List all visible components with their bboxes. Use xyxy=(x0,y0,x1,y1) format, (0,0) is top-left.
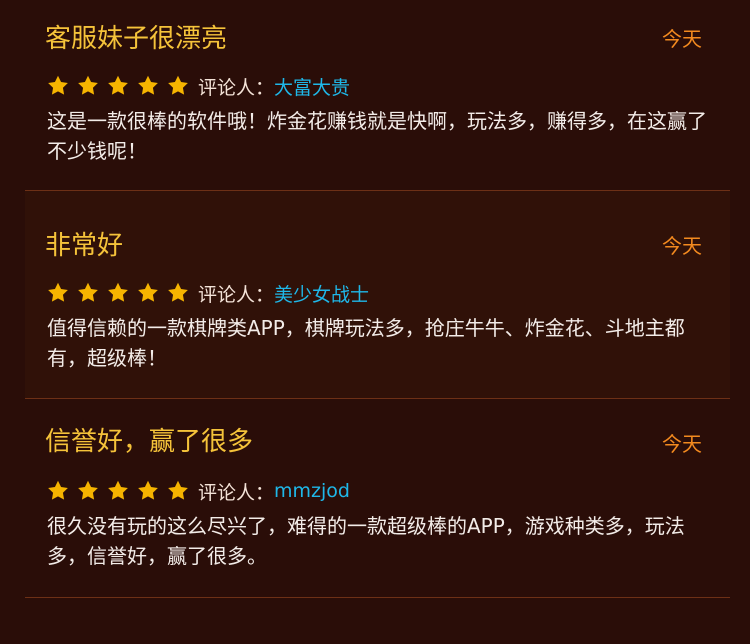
star-icon xyxy=(166,479,190,503)
review-title: 客服妹子很漂亮 xyxy=(45,24,228,54)
star-icon xyxy=(106,74,130,98)
review-body: 这是一款很棒的软件哦！炸金花赚钱就是快啊，玩法多，赚得多，在这赢了不少钱呢！ xyxy=(47,109,707,163)
review-card: 非常好 今天 评论人： 美少女战士 值得信赖的一款棋牌类APP，棋牌玩法多，抢庄… xyxy=(25,191,730,399)
review-body: 很久没有玩的这么尽兴了，难得的一款超级棒的APP，游戏种类多，玩法多，信誉好，赢… xyxy=(47,514,685,568)
star-icon xyxy=(76,281,100,305)
star-icon xyxy=(136,281,160,305)
review-title: 信誉好，赢了很多 xyxy=(45,427,254,457)
star-icon xyxy=(136,479,160,503)
reviewer-name: mmzjod xyxy=(274,480,350,502)
star-icon xyxy=(136,74,160,98)
review-title: 非常好 xyxy=(45,231,124,261)
review-date: 今天 xyxy=(662,432,702,456)
reviewer-label: 评论人： xyxy=(198,481,275,504)
star-icon xyxy=(106,281,130,305)
star-rating xyxy=(46,281,196,305)
review-card: 客服妹子很漂亮 今天 评论人： 大富大贵 这是一款很棒的软件哦！炸金花赚钱就是快… xyxy=(25,0,730,191)
reviewer-name: 大富大贵 xyxy=(274,76,351,99)
review-date: 今天 xyxy=(662,27,702,51)
review-meta: 评论人： mmzjod xyxy=(46,477,350,505)
reviews-list: 客服妹子很漂亮 今天 评论人： 大富大贵 这是一款很棒的软件哦！炸金花赚钱就是快… xyxy=(0,0,750,644)
star-icon xyxy=(166,281,190,305)
reviewer-label: 评论人： xyxy=(198,283,275,306)
reviewer-name: 美少女战士 xyxy=(274,283,370,306)
star-icon xyxy=(46,281,70,305)
star-icon xyxy=(76,479,100,503)
star-rating xyxy=(46,74,196,98)
star-icon xyxy=(106,479,130,503)
reviewer-label: 评论人： xyxy=(198,76,275,99)
review-meta: 评论人： 大富大贵 xyxy=(46,72,350,100)
star-icon xyxy=(76,74,100,98)
star-icon xyxy=(166,74,190,98)
review-card: 信誉好，赢了很多 今天 评论人： mmzjod 很久没有玩的这么尽兴了，难得的一… xyxy=(25,399,730,598)
review-body: 值得信赖的一款棋牌类APP，棋牌玩法多，抢庄牛牛、炸金花、斗地主都有，超级棒！ xyxy=(47,316,685,370)
star-rating xyxy=(46,479,196,503)
review-date: 今天 xyxy=(662,234,702,258)
review-meta: 评论人： 美少女战士 xyxy=(46,279,369,307)
star-icon xyxy=(46,74,70,98)
star-icon xyxy=(46,479,70,503)
